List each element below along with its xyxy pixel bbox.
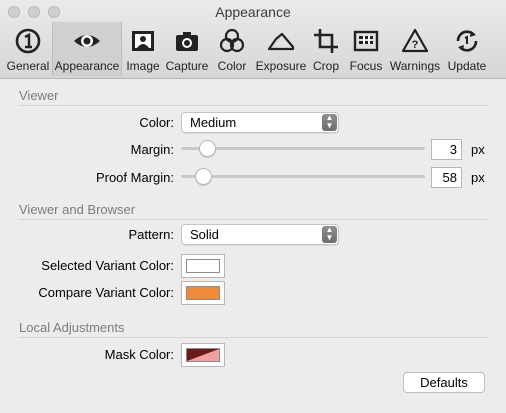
viewer-browser-section-header: Viewer and Browser [19, 202, 487, 220]
tab-capture[interactable]: Capture [164, 22, 210, 76]
mask-color-label: Mask Color: [104, 347, 174, 362]
proof-margin-slider-knob[interactable] [195, 168, 212, 185]
tab-image-label: Image [126, 59, 160, 73]
tab-warnings[interactable]: ? Warnings [388, 22, 442, 76]
selected-variant-color-well[interactable] [181, 254, 225, 278]
tab-general-label: General [6, 59, 50, 73]
tab-general[interactable]: General [4, 22, 52, 76]
tab-exposure[interactable]: Exposure [254, 22, 308, 76]
compare-variant-label: Compare Variant Color: [38, 285, 174, 300]
tab-capture-label: Capture [165, 59, 209, 73]
eye-icon [74, 35, 100, 47]
margin-unit: px [471, 142, 485, 157]
tab-crop-label: Crop [312, 59, 339, 73]
chevron-updown-icon: ▲ ▼ [322, 114, 337, 131]
tab-color[interactable]: Color [210, 22, 254, 76]
defaults-button[interactable]: Defaults [403, 372, 485, 393]
pattern-popup-value: Solid [190, 227, 219, 242]
tab-focus[interactable]: Focus [344, 22, 388, 76]
portrait-image-icon [132, 31, 154, 51]
chevron-updown-icon: ▲ ▼ [322, 226, 337, 243]
mask-color-swatch [186, 348, 220, 362]
warning-triangle-icon: ? [401, 28, 429, 53]
proof-margin-slider[interactable] [181, 167, 425, 187]
proof-margin-label: Proof Margin: [95, 170, 174, 185]
info-circle-icon [15, 28, 41, 54]
margin-slider-knob[interactable] [199, 140, 216, 157]
margin-label: Margin: [130, 142, 174, 157]
color-label: Color: [139, 115, 174, 130]
preferences-window: Appearance General Appearance Image Capt… [0, 0, 506, 413]
selected-variant-swatch [186, 259, 220, 273]
margin-field[interactable]: 3 [431, 139, 462, 160]
crop-icon [314, 29, 338, 53]
margin-slider-track [181, 147, 425, 150]
window-title: Appearance [215, 4, 291, 20]
viewer-section-header: Viewer [19, 88, 487, 106]
tab-focus-label: Focus [349, 59, 383, 73]
tab-color-label: Color [217, 59, 247, 73]
preferences-toolbar: General Appearance Image Capture Color E… [4, 22, 492, 76]
color-popup-value: Medium [190, 115, 237, 130]
title-bar: Appearance General Appearance Image Capt… [0, 0, 506, 79]
tab-crop[interactable]: Crop [308, 22, 344, 76]
pattern-popup[interactable]: Solid ▲ ▼ [181, 224, 339, 245]
margin-slider[interactable] [181, 139, 425, 159]
pattern-label: Pattern: [128, 227, 174, 242]
tab-update[interactable]: Update [442, 22, 492, 76]
compare-variant-swatch [186, 286, 220, 300]
tab-exposure-label: Exposure [255, 59, 307, 73]
tab-appearance-label: Appearance [54, 59, 120, 73]
proof-margin-slider-track [181, 175, 425, 178]
proof-margin-field[interactable]: 58 [431, 167, 462, 188]
proof-margin-unit: px [471, 170, 485, 185]
tab-update-label: Update [447, 59, 487, 73]
local-adjustments-section-header: Local Adjustments [19, 320, 487, 338]
compare-variant-color-well[interactable] [181, 281, 225, 305]
mask-color-well[interactable] [181, 343, 225, 367]
svg-text:?: ? [412, 39, 419, 51]
selected-variant-label: Selected Variant Color: [41, 258, 174, 273]
tab-appearance[interactable]: Appearance [52, 22, 122, 76]
update-arrows-icon [456, 30, 478, 52]
camera-icon [176, 32, 198, 51]
color-popup[interactable]: Medium ▲ ▼ [181, 112, 339, 133]
focus-grid-icon [353, 30, 379, 52]
tab-image[interactable]: Image [122, 22, 164, 76]
tab-warnings-label: Warnings [389, 59, 441, 73]
exposure-curve-icon [267, 32, 295, 51]
color-circles-icon [219, 28, 245, 53]
